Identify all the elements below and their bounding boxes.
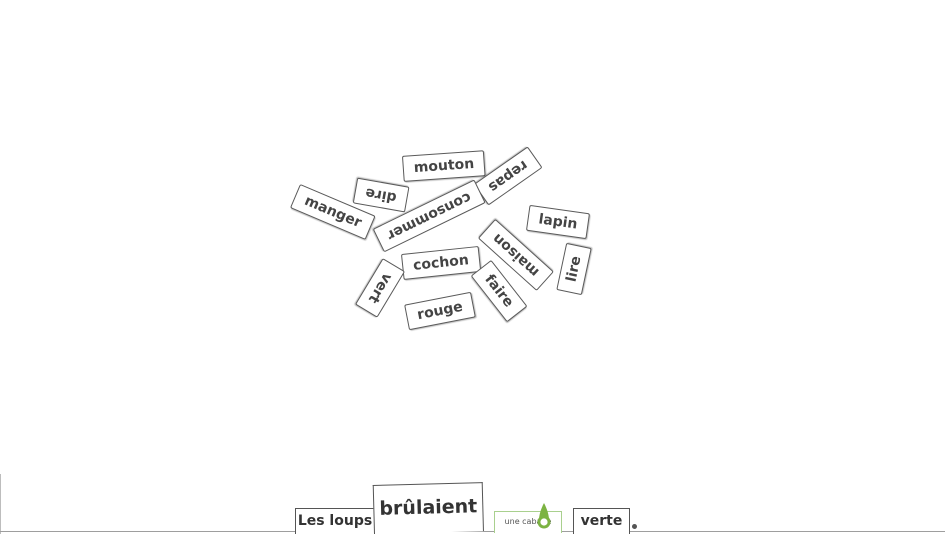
word-game-stage: mouton repas dire manger consommer lapin… xyxy=(0,0,945,534)
word-card-lire[interactable]: lire xyxy=(556,242,592,296)
drop-pin-icon[interactable] xyxy=(535,502,553,532)
tray-left-divider xyxy=(0,474,1,534)
sentence-word-adjective[interactable]: verte xyxy=(573,508,630,534)
sentence-word-subject[interactable]: Les loups xyxy=(295,508,375,534)
word-card-vert[interactable]: vert xyxy=(354,258,406,318)
word-card-mouton[interactable]: mouton xyxy=(401,150,487,182)
sentence-word-verb[interactable]: brûlaient xyxy=(372,482,484,534)
sentence-period xyxy=(632,524,637,529)
word-card-lapin[interactable]: lapin xyxy=(525,204,591,240)
word-card-dire[interactable]: dire xyxy=(352,177,410,213)
word-card-cochon[interactable]: cochon xyxy=(400,246,482,280)
word-card-rouge[interactable]: rouge xyxy=(404,291,476,331)
